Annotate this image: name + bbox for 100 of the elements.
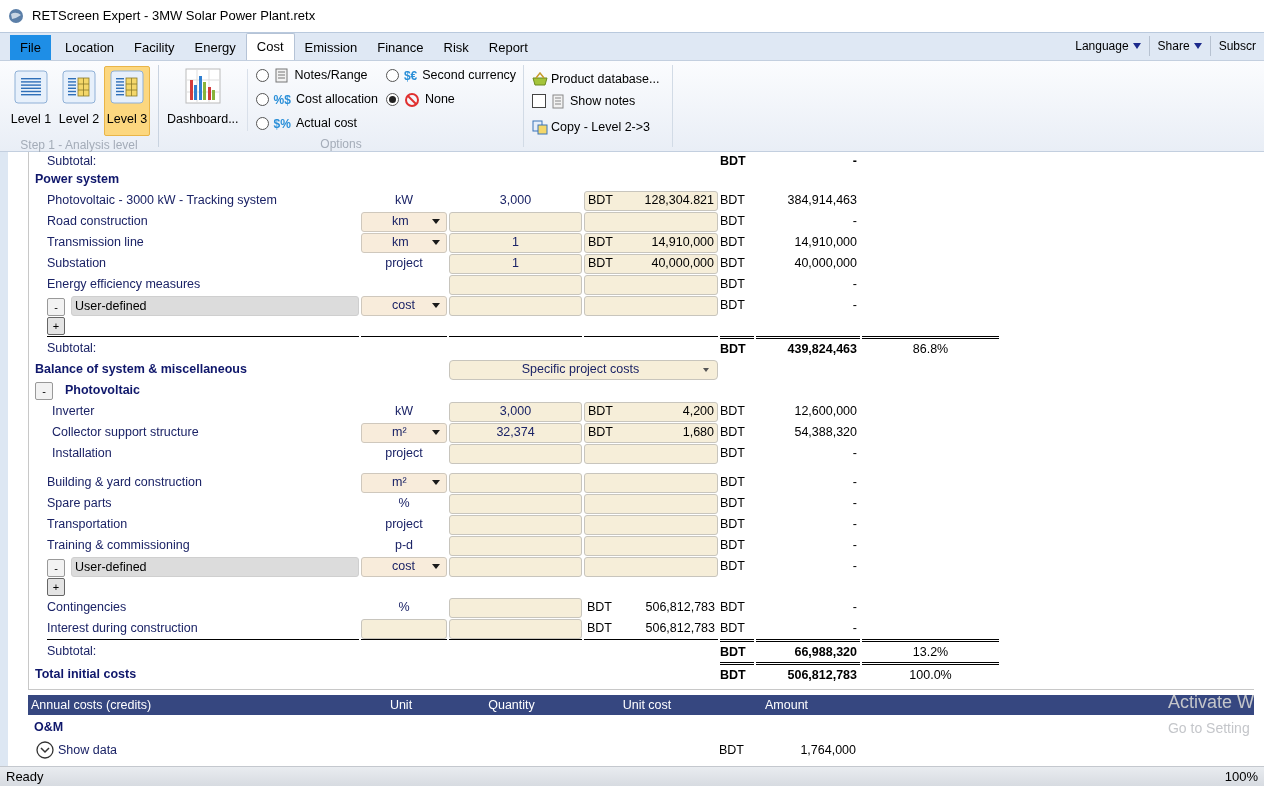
- unit-field[interactable]: [361, 618, 447, 639]
- quantity-field[interactable]: [449, 472, 582, 493]
- caret-icon: [703, 367, 709, 372]
- currency-label: BDT: [720, 516, 746, 534]
- percent-value: 13.2%: [862, 639, 999, 662]
- quantity-field[interactable]: [449, 597, 582, 618]
- unit-dropdown[interactable]: km: [361, 232, 447, 253]
- quantity-field[interactable]: [449, 493, 582, 514]
- quantity-field[interactable]: [449, 514, 582, 535]
- unit-cost-field[interactable]: [584, 295, 718, 316]
- tab[interactable]: Finance: [367, 35, 434, 60]
- amount-value: -: [851, 213, 858, 231]
- show-data-toggle[interactable]: Show data: [34, 740, 358, 760]
- unit-cost-field[interactable]: [584, 514, 718, 535]
- menu-button[interactable]: Share: [1148, 36, 1210, 56]
- currency-label: BDT: [720, 662, 754, 686]
- collapse-button[interactable]: -: [35, 381, 53, 400]
- quantity-field[interactable]: [449, 556, 582, 577]
- unit-cost-field[interactable]: BDT 128,304.821: [584, 190, 718, 211]
- quantity-field[interactable]: [449, 618, 582, 639]
- quantity-field[interactable]: [449, 535, 582, 556]
- tab[interactable]: File: [10, 35, 51, 60]
- quantity-field[interactable]: [449, 443, 582, 464]
- collapse-button[interactable]: -: [47, 297, 65, 316]
- tab[interactable]: Risk: [433, 35, 479, 60]
- tab[interactable]: Facility: [124, 35, 185, 60]
- currency-label: BDT: [720, 336, 754, 359]
- radio-option[interactable]: Notes/Range: [255, 66, 378, 85]
- unit-cost-field[interactable]: [584, 211, 718, 232]
- tab[interactable]: Energy: [184, 35, 246, 60]
- unit-dropdown[interactable]: cost: [361, 295, 447, 316]
- level-button[interactable]: Level 2: [56, 66, 102, 136]
- quantity-field[interactable]: [449, 211, 582, 232]
- unit-cost-field[interactable]: [584, 472, 718, 493]
- unit-label: project: [384, 445, 424, 463]
- spreadsheet-icon: [110, 70, 144, 104]
- dashboard-button[interactable]: Dashboard...: [167, 65, 239, 135]
- unit-dropdown[interactable]: m²: [361, 422, 447, 443]
- unit-dropdown[interactable]: m²: [361, 472, 447, 493]
- unit-cost-field[interactable]: [584, 535, 718, 556]
- radio-option[interactable]: $€ Second currency: [385, 66, 517, 85]
- unit-cost-field[interactable]: BDT 40,000,000: [584, 253, 718, 274]
- tab[interactable]: Location: [54, 35, 125, 60]
- ribbon-group-label: Step 1 - Analysis level: [19, 137, 139, 154]
- radio-button[interactable]: [385, 69, 399, 82]
- unit-label: project: [384, 516, 424, 534]
- quantity-field[interactable]: [449, 295, 582, 316]
- unit-cost-field[interactable]: BDT 1,680: [584, 422, 718, 443]
- caret-icon: [1132, 43, 1141, 49]
- tab[interactable]: Emission: [294, 35, 368, 60]
- unit-cost-field[interactable]: BDT 14,910,000: [584, 232, 718, 253]
- quantity-field[interactable]: 32,374: [449, 422, 582, 443]
- activation-notice: Activate W: [1167, 691, 1254, 714]
- row-label: Transmission line: [46, 234, 145, 252]
- user-defined-field[interactable]: User-defined: [71, 556, 359, 577]
- currency-label: BDT: [720, 153, 747, 170]
- quantity-field[interactable]: [449, 274, 582, 295]
- group-heading: Photovoltaic: [65, 382, 140, 400]
- unit-cost-field[interactable]: [584, 556, 718, 577]
- show-notes-checkbox[interactable]: Show notes: [532, 92, 662, 110]
- level-button[interactable]: Level 3: [104, 66, 150, 136]
- unit-dropdown[interactable]: cost: [361, 556, 447, 577]
- radio-button[interactable]: [255, 117, 269, 130]
- unit-dropdown[interactable]: km: [361, 211, 447, 232]
- unit-cost-field[interactable]: [584, 493, 718, 514]
- unit-cost-field[interactable]: BDT 4,200: [584, 401, 718, 422]
- menu-button[interactable]: Language: [1067, 36, 1149, 56]
- level-button[interactable]: Level 1: [8, 66, 54, 136]
- add-button[interactable]: +: [47, 317, 65, 335]
- row-label: Spare parts: [46, 495, 113, 513]
- radio-option[interactable]: %$ Cost allocation: [255, 90, 378, 109]
- quantity-field[interactable]: 3,000: [449, 401, 582, 422]
- quantity-field[interactable]: 1: [449, 253, 582, 274]
- tab[interactable]: Report: [478, 35, 538, 60]
- unit-cost-field[interactable]: [584, 443, 718, 464]
- tab[interactable]: Cost: [245, 33, 295, 60]
- cost-method-dropdown[interactable]: Specific project costs: [449, 359, 718, 380]
- column-header: Annual costs (credits): [30, 696, 153, 714]
- radio-button[interactable]: [255, 69, 269, 82]
- section-heading: Power system: [35, 171, 121, 189]
- unit-cost-value: BDT 506,812,783: [586, 620, 716, 638]
- column-header: Unit: [388, 696, 414, 714]
- checkbox[interactable]: [532, 94, 546, 108]
- amount-value: 66,988,320: [756, 639, 860, 662]
- radio-button[interactable]: [255, 93, 269, 106]
- product-database-button[interactable]: Product database...: [532, 70, 662, 88]
- radio-button[interactable]: [385, 93, 399, 106]
- radio-option[interactable]: $% Actual cost: [255, 114, 378, 133]
- menu-button[interactable]: Subscr: [1209, 36, 1264, 56]
- user-defined-field[interactable]: User-defined: [71, 295, 359, 316]
- quantity-field[interactable]: 1: [449, 232, 582, 253]
- add-button[interactable]: +: [47, 578, 65, 596]
- radio-option[interactable]: None: [385, 90, 517, 109]
- copy-button[interactable]: Copy - Level 2->3: [532, 118, 662, 136]
- caret-icon: [432, 303, 440, 308]
- notes-icon: [273, 68, 290, 83]
- row-label: Building & yard construction: [46, 474, 203, 492]
- unit-cost-field[interactable]: [584, 274, 718, 295]
- collapse-button[interactable]: -: [47, 558, 65, 577]
- currency-label: BDT: [720, 424, 746, 442]
